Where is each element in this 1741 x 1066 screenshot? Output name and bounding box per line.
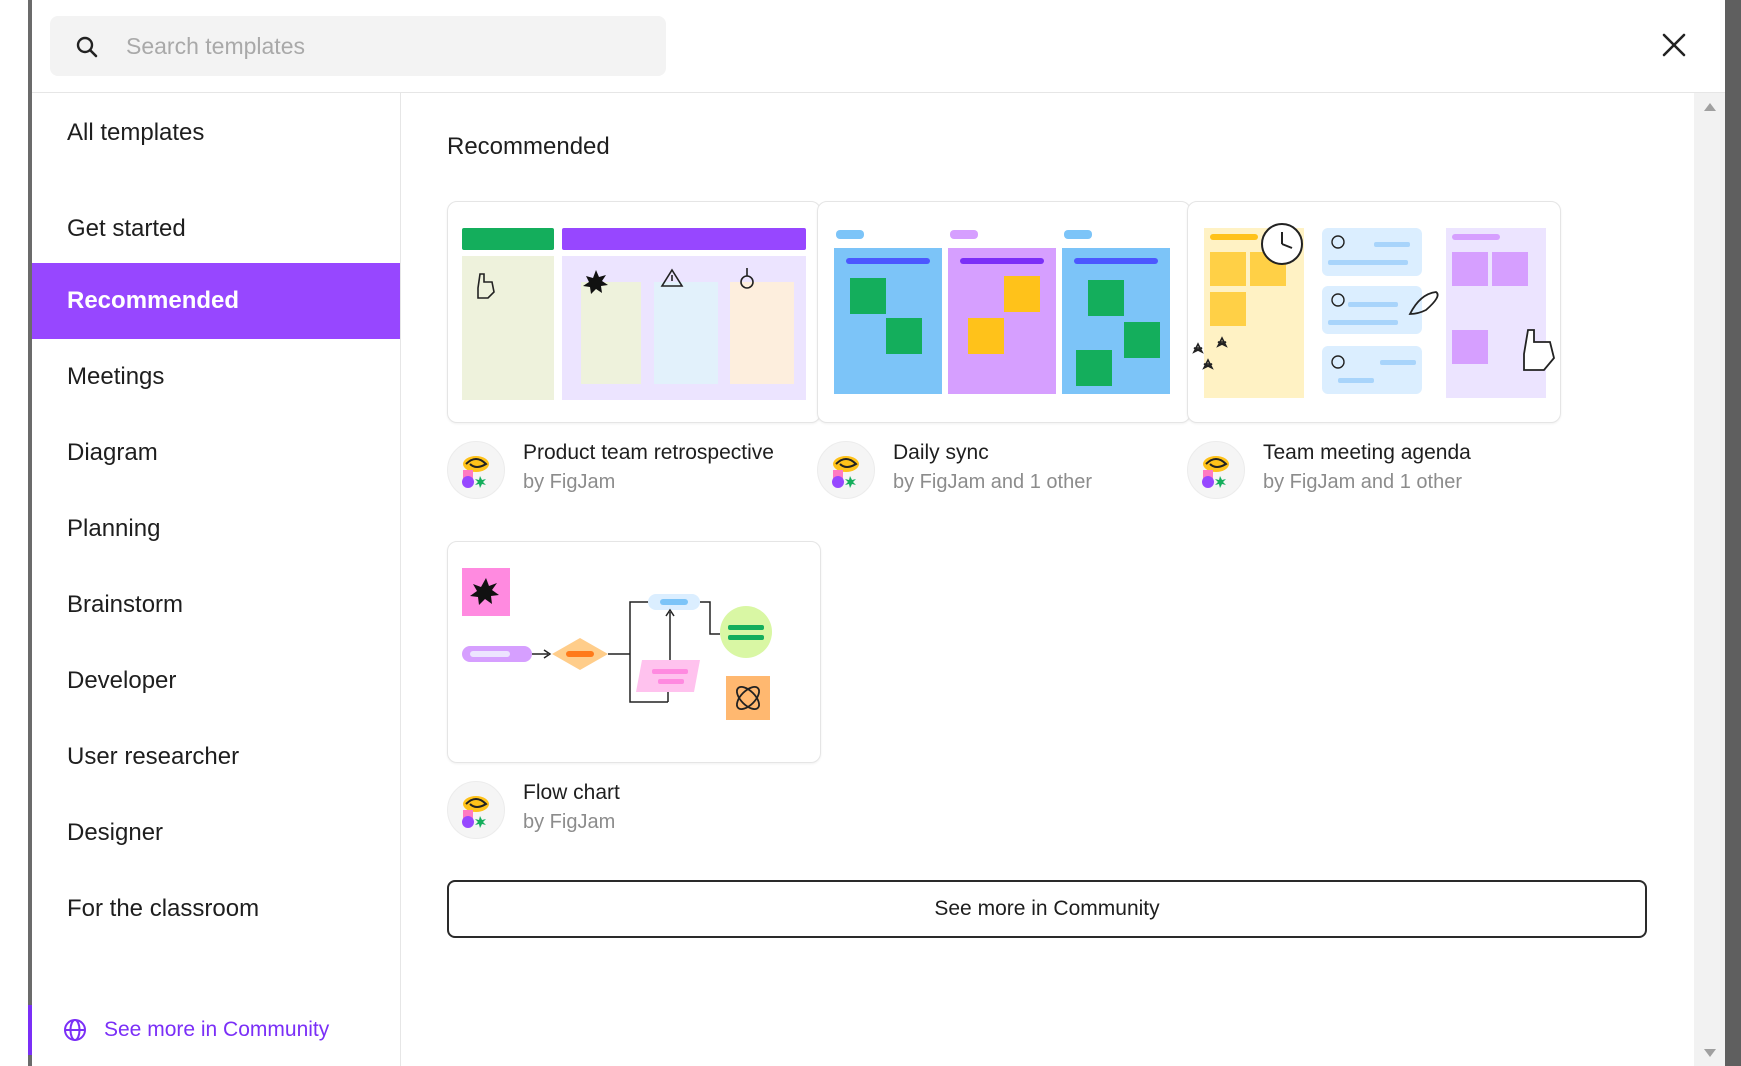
template-thumbnail[interactable] xyxy=(1187,201,1561,423)
template-thumbnail[interactable] xyxy=(817,201,1191,423)
figjam-logo-icon xyxy=(462,796,489,828)
figjam-logo-icon xyxy=(832,456,859,488)
sidebar-item-get-started[interactable]: Get started xyxy=(32,191,400,267)
scrollbar[interactable] xyxy=(1694,93,1725,1066)
template-title: Daily sync xyxy=(893,441,989,464)
sidebar-item-meetings[interactable]: Meetings xyxy=(32,339,400,415)
figjam-avatar xyxy=(447,781,505,839)
sidebar-item-label: Recommended xyxy=(67,287,240,314)
templates-modal: All templates Get started Recommended Me… xyxy=(28,0,1725,1066)
retrospective-preview-image xyxy=(462,228,806,400)
search-icon xyxy=(76,36,98,58)
sidebar-item-label: Diagram xyxy=(67,439,158,466)
sidebar-item-planning[interactable]: Planning xyxy=(32,491,400,567)
sidebar-item-for-the-classroom[interactable]: For the classroom xyxy=(32,871,400,947)
sidebar-item-recommended[interactable]: Recommended xyxy=(32,263,400,339)
figjam-logo-icon xyxy=(1202,456,1229,488)
sidebar-item-brainstorm[interactable]: Brainstorm xyxy=(32,567,400,643)
modal-header xyxy=(32,0,1725,93)
template-author: by FigJam xyxy=(523,811,616,833)
sidebar-item-label: Designer xyxy=(67,819,164,846)
template-title: Team meeting agenda xyxy=(1263,441,1471,464)
template-gallery: Recommended Product team retrospective b… xyxy=(401,93,1725,1066)
daily-sync-preview-image xyxy=(834,230,1170,394)
scroll-up-arrow-icon[interactable] xyxy=(1704,103,1716,111)
sidebar-item-diagram[interactable]: Diagram xyxy=(32,415,400,491)
template-author: by FigJam xyxy=(523,471,616,493)
search-box[interactable] xyxy=(50,16,668,76)
template-thumbnail[interactable] xyxy=(447,201,821,423)
sidebar-item-label: Planning xyxy=(67,515,161,542)
sidebar-community-label: See more in Community xyxy=(104,1018,330,1041)
template-author: by FigJam and 1 other xyxy=(1263,471,1462,493)
sidebar-item-label: Get started xyxy=(67,215,186,242)
template-author: by FigJam and 1 other xyxy=(893,471,1092,493)
template-title: Flow chart xyxy=(523,781,620,804)
flow-chart-preview-image xyxy=(462,568,772,720)
figjam-logo-icon xyxy=(462,456,489,488)
template-thumbnail[interactable] xyxy=(447,541,821,763)
globe-icon xyxy=(64,1019,86,1041)
figjam-avatar xyxy=(447,441,505,499)
see-more-community-button[interactable]: See more in Community xyxy=(447,880,1647,938)
sidebar-community-link[interactable]: See more in Community xyxy=(28,1005,396,1055)
section-title: Recommended xyxy=(447,133,610,160)
search-input[interactable] xyxy=(114,24,668,68)
sidebar-item-label: Developer xyxy=(67,667,177,694)
sidebar-item-designer[interactable]: Designer xyxy=(32,795,400,871)
figjam-avatar xyxy=(1187,441,1245,499)
template-title: Product team retrospective xyxy=(523,441,774,464)
close-icon[interactable] xyxy=(1659,30,1689,60)
category-sidebar: All templates Get started Recommended Me… xyxy=(28,93,401,1066)
sidebar-item-label: For the classroom xyxy=(67,895,260,922)
figjam-avatar xyxy=(817,441,875,499)
window-right-edge xyxy=(1725,0,1741,1066)
sidebar-item-label: All templates xyxy=(67,119,205,146)
sidebar-item-label: User researcher xyxy=(67,743,240,770)
sidebar-item-developer[interactable]: Developer xyxy=(32,643,400,719)
sidebar-item-label: Brainstorm xyxy=(67,591,184,618)
sidebar-item-label: Meetings xyxy=(67,363,165,390)
team-meeting-agenda-preview-image xyxy=(1192,223,1555,398)
sidebar-item-user-researcher[interactable]: User researcher xyxy=(32,719,400,795)
sidebar-item-all-templates[interactable]: All templates xyxy=(32,95,400,171)
scroll-down-arrow-icon[interactable] xyxy=(1704,1049,1716,1057)
window-left-edge xyxy=(0,0,30,1066)
